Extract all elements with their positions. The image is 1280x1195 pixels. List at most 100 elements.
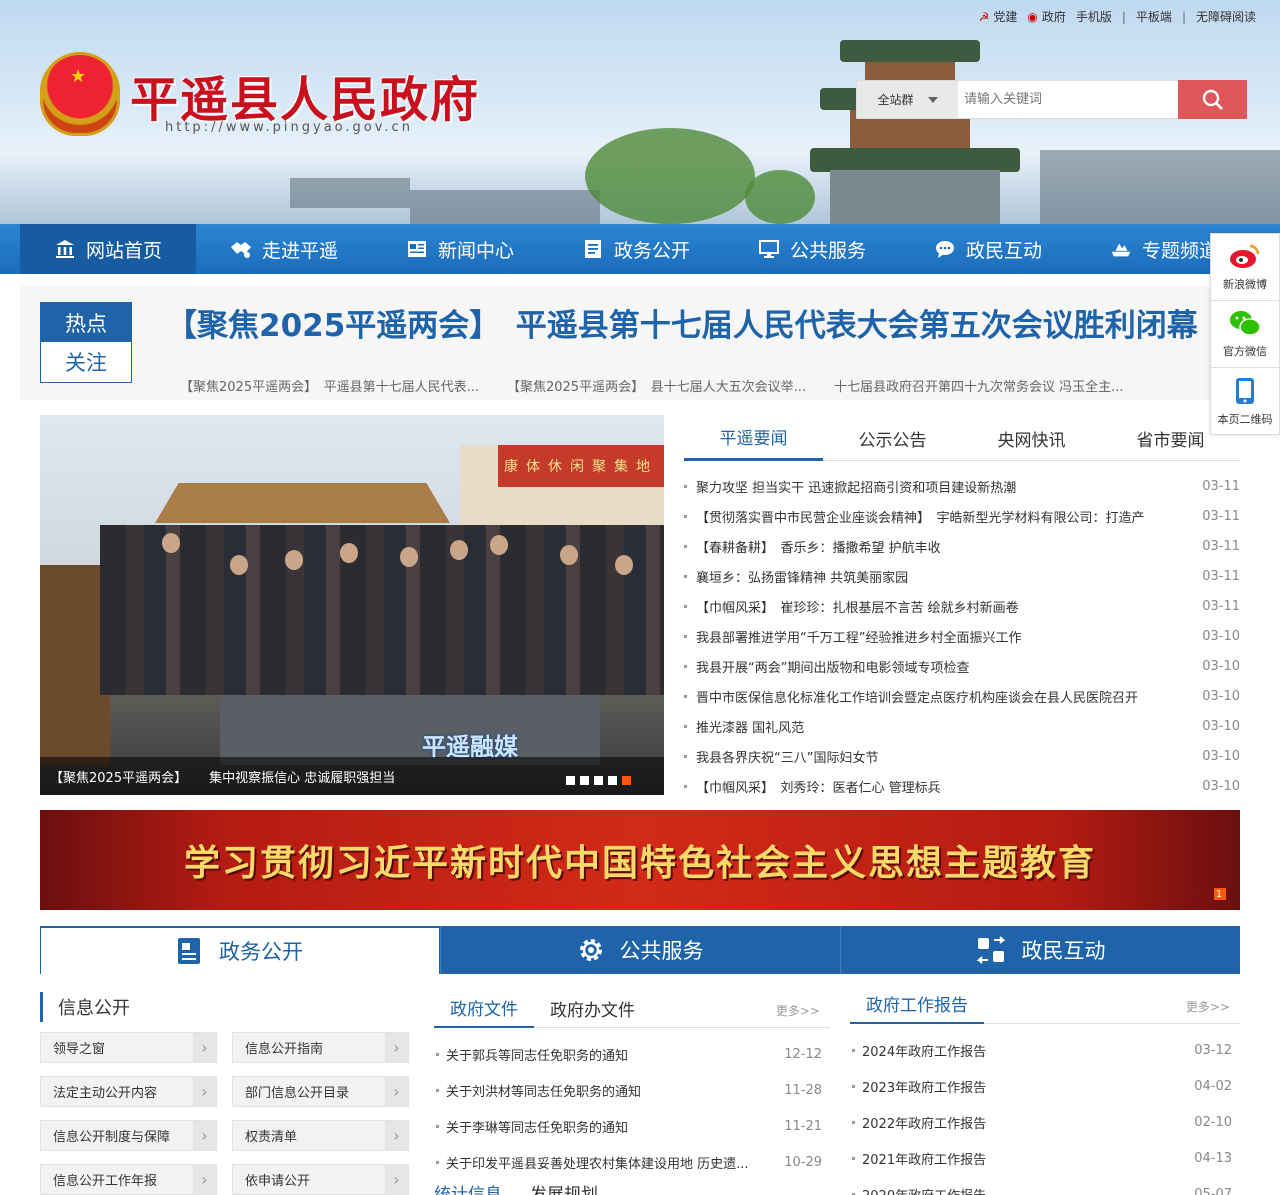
- weibo-link[interactable]: 新浪微博: [1211, 234, 1279, 301]
- list-item[interactable]: 推光漆器 国礼风范 03-10: [684, 711, 1240, 741]
- tab-pingyao-news[interactable]: 平遥要闻: [684, 415, 823, 461]
- list-item[interactable]: 我县各界庆祝“三八”国际妇女节 03-10: [684, 741, 1240, 771]
- monitor-icon: [758, 238, 780, 260]
- list-item[interactable]: 【贯彻落实晋中市民营企业座谈会精神】 宇皓新型光学材料有限公司：打造产 03-11: [684, 501, 1240, 531]
- tab-public-service[interactable]: 公共服务: [440, 926, 840, 974]
- slide-dot[interactable]: [566, 776, 575, 785]
- nav-item-home[interactable]: 网站首页: [20, 224, 196, 274]
- tab-development-plan[interactable]: 发展规划: [530, 1180, 598, 1195]
- info-button-label: 依申请公开: [245, 1174, 311, 1189]
- list-item[interactable]: 2020年政府工作报告 05-07: [850, 1176, 1240, 1195]
- hot-badge: 热点 关注: [40, 302, 132, 383]
- scenery-tower: [810, 18, 1020, 224]
- mobile-link[interactable]: 手机版: [1076, 8, 1112, 25]
- slide-person: [490, 535, 508, 555]
- list-item[interactable]: 【巾帼风采】 刘秀玲：医者仁心 管理标兵 03-10: [684, 771, 1240, 801]
- list-item[interactable]: 聚力攻坚 担当实干 迅速掀起招商引资和项目建设新热潮 03-11: [684, 471, 1240, 501]
- list-item[interactable]: 2021年政府工作报告 04-13: [850, 1140, 1240, 1176]
- tab-gov-affairs[interactable]: 政务公开: [40, 926, 440, 974]
- hot-headline[interactable]: 【聚焦2025平遥两会】 平遥县第十七届人民代表大会第五次会议胜利闭幕: [166, 300, 1256, 345]
- doc-date: 12-12: [784, 1046, 822, 1062]
- list-item[interactable]: 关于刘洪材等同志任免职务的通知 11-28: [434, 1072, 830, 1108]
- news-tabs: 平遥要闻 公示公告 央网快讯 省市要闻: [684, 415, 1240, 461]
- list-item[interactable]: 晋中市医保信息化标准化工作培训会暨定点医疗机构座谈会在县人民医院召开 03-10: [684, 681, 1240, 711]
- info-button[interactable]: 法定主动公开内容 ›: [40, 1076, 217, 1107]
- tab-gov-docs[interactable]: 政府文件: [434, 995, 534, 1028]
- wechat-link[interactable]: 官方微信: [1211, 301, 1279, 368]
- news-title: 【巾帼风采】 崔珍珍：扎根基层不言苦 绘就乡村新画卷: [684, 597, 1184, 616]
- search-button[interactable]: [1178, 80, 1247, 119]
- hot-link[interactable]: 【聚焦2025平遥两会】 县十七届人大五次会议举...: [507, 376, 806, 395]
- info-public-heading: 信息公开: [40, 992, 130, 1022]
- nav-item-news[interactable]: 新闻中心: [372, 224, 548, 274]
- list-item[interactable]: 我县部署推进学用“千万工程”经验推进乡村全面振兴工作 03-10: [684, 621, 1240, 651]
- news-list: 聚力攻坚 担当实干 迅速掀起招商引资和项目建设新热潮 03-11 【贯彻落实晋中市…: [684, 471, 1240, 801]
- scenery-roof: [290, 178, 410, 208]
- list-item[interactable]: 关于郭兵等同志任免职务的通知 12-12: [434, 1036, 830, 1072]
- more-link[interactable]: 更多>>: [1186, 998, 1230, 1015]
- list-item[interactable]: 【巾帼风采】 崔珍珍：扎根基层不言苦 绘就乡村新画卷 03-11: [684, 591, 1240, 621]
- hot-link[interactable]: 十七届县政府召开第四十九次常务会议 冯玉全主...: [834, 376, 1124, 395]
- info-button[interactable]: 信息公开指南 ›: [232, 1032, 409, 1063]
- list-item[interactable]: 关于李琳等同志任免职务的通知 11-21: [434, 1108, 830, 1144]
- list-item[interactable]: 襄垣乡：弘扬雷锋精神 共筑美丽家园 03-11: [684, 561, 1240, 591]
- news-slider[interactable]: 康体休闲聚集地 平遥融媒 【聚焦2025平遥两会】 集中视察振信心 忠诚履职强担…: [40, 415, 664, 795]
- news-date: 03-10: [1202, 748, 1240, 764]
- tablet-link[interactable]: 平板端: [1136, 8, 1172, 25]
- search-scope-select[interactable]: 全站群: [857, 81, 958, 118]
- tab-gov-office-docs[interactable]: 政府办文件: [534, 996, 651, 1027]
- tab-interaction[interactable]: 政民互动: [840, 926, 1240, 974]
- nav-item-interaction[interactable]: 政民互动: [900, 224, 1076, 274]
- party-link-label: 党建: [993, 10, 1018, 24]
- scenery-roof: [410, 190, 600, 224]
- nav-item-gov-affairs[interactable]: 政务公开: [548, 224, 724, 274]
- document-icon: [582, 238, 604, 260]
- party-link[interactable]: ☭ 党建: [979, 8, 1018, 25]
- tab-province-news[interactable]: 省市要闻: [1101, 415, 1240, 461]
- slide-dot[interactable]: [594, 776, 603, 785]
- nav-item-public-service[interactable]: 公共服务: [724, 224, 900, 274]
- nav-item-about[interactable]: 走进平遥: [196, 224, 372, 274]
- handshake-icon: [230, 238, 252, 260]
- gov-link[interactable]: ◉ 政府: [1027, 8, 1066, 25]
- wechat-label: 官方微信: [1223, 345, 1267, 358]
- tab-notices[interactable]: 公示公告: [823, 415, 962, 461]
- slide-glass-floor: [220, 695, 600, 765]
- list-item[interactable]: 2022年政府工作报告 02-10: [850, 1104, 1240, 1140]
- list-item[interactable]: 【春耕备耕】 香乐乡：播撒希望 护航丰收 03-11: [684, 531, 1240, 561]
- info-button[interactable]: 信息公开工作年报 ›: [40, 1164, 217, 1195]
- nav-item-label: 公共服务: [789, 239, 866, 262]
- banner-index[interactable]: 1: [1214, 888, 1226, 900]
- chat-icon: [934, 238, 956, 260]
- search-input[interactable]: [958, 81, 1178, 118]
- list-item[interactable]: 2024年政府工作报告 03-12: [850, 1032, 1240, 1068]
- more-link[interactable]: 更多>>: [776, 1002, 820, 1019]
- doc-title: 关于郭兵等同志任免职务的通知: [434, 1045, 628, 1064]
- theme-education-banner[interactable]: 学习贯彻习近平新时代中国特色社会主义思想主题教育 1: [40, 810, 1240, 910]
- hot-link[interactable]: 【聚焦2025平遥两会】 平遥县第十七届人民代表...: [180, 376, 479, 395]
- list-item[interactable]: 关于印发平遥县妥善处理农村集体建设用地 历史遗... 10-29: [434, 1144, 830, 1180]
- list-item[interactable]: 2023年政府工作报告 04-02: [850, 1068, 1240, 1104]
- info-button[interactable]: 依申请公开 ›: [232, 1164, 409, 1195]
- list-item[interactable]: 我县开展“两会”期间出版物和电影领域专项检查 03-10: [684, 651, 1240, 681]
- news-date: 03-11: [1202, 508, 1240, 524]
- info-button[interactable]: 部门信息公开目录 ›: [232, 1076, 409, 1107]
- slide-person: [615, 555, 633, 575]
- slide-person: [340, 543, 358, 563]
- info-button[interactable]: 领导之窗 ›: [40, 1032, 217, 1063]
- slide-caption-tag: 【聚焦2025平遥两会】: [50, 770, 188, 786]
- report-date: 04-13: [1194, 1150, 1232, 1166]
- info-button[interactable]: 信息公开制度与保障 ›: [40, 1120, 217, 1151]
- tab-gov-reports[interactable]: 政府工作报告: [850, 991, 984, 1024]
- news-date: 03-10: [1202, 778, 1240, 794]
- slide-dot[interactable]: [580, 776, 589, 785]
- gov-reports-panel: 政府工作报告 更多>> 2024年政府工作报告 03-12 2023年政府工作报告…: [850, 984, 1240, 1195]
- accessible-link[interactable]: 无障碍阅读: [1196, 8, 1256, 25]
- tab-central-news[interactable]: 央网快讯: [962, 415, 1101, 461]
- slide-dot-active[interactable]: [622, 776, 631, 785]
- slide-hut-roof: [155, 483, 450, 523]
- slide-dot[interactable]: [608, 776, 617, 785]
- gov-docs-list: 关于郭兵等同志任免职务的通知 12-12 关于刘洪材等同志任免职务的通知 11-28…: [434, 1036, 830, 1180]
- tab-statistics[interactable]: 统计信息: [434, 1180, 502, 1195]
- info-button[interactable]: 权责清单 ›: [232, 1120, 409, 1151]
